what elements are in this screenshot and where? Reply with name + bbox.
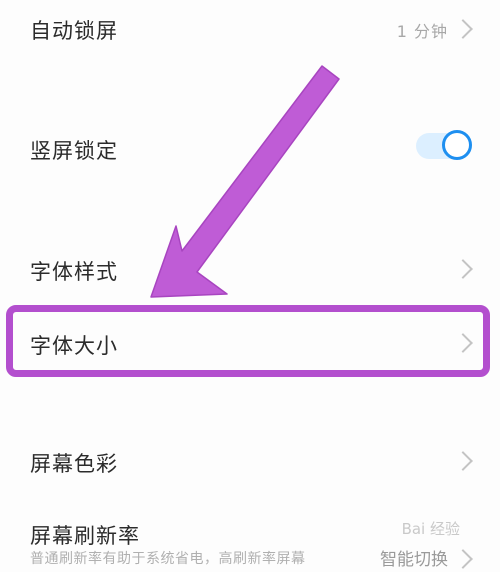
portrait-lock-label: 竖屏锁定 <box>30 139 118 163</box>
chevron-right-icon <box>453 451 473 471</box>
settings-screen: 自动锁屏 1 分钟 竖屏锁定 字体样式 字体大小 屏幕色彩 屏幕刷新率 普通刷新… <box>0 0 500 572</box>
refresh-rate-label: 屏幕刷新率 <box>30 524 140 548</box>
screen-color-label: 屏幕色彩 <box>30 452 118 476</box>
chevron-right-icon <box>453 259 473 279</box>
refresh-rate-value: 智能切换 <box>380 550 448 570</box>
highlight-box <box>6 305 490 377</box>
font-style-label: 字体样式 <box>30 260 118 284</box>
refresh-rate-description: 普通刷新率有助于系统省电，高刷新率屏幕 <box>30 551 306 567</box>
auto-lock-label: 自动锁屏 <box>30 19 118 43</box>
font-style-row[interactable]: 字体样式 <box>0 240 500 300</box>
auto-lock-value: 1 分钟 <box>396 22 448 41</box>
watermark: Bai 经验 <box>401 520 460 538</box>
chevron-right-icon <box>453 19 473 39</box>
toggle-knob-icon[interactable] <box>442 130 472 160</box>
screen-color-row[interactable]: 屏幕色彩 <box>0 432 500 492</box>
auto-lock-row[interactable]: 自动锁屏 1 分钟 <box>0 0 500 60</box>
